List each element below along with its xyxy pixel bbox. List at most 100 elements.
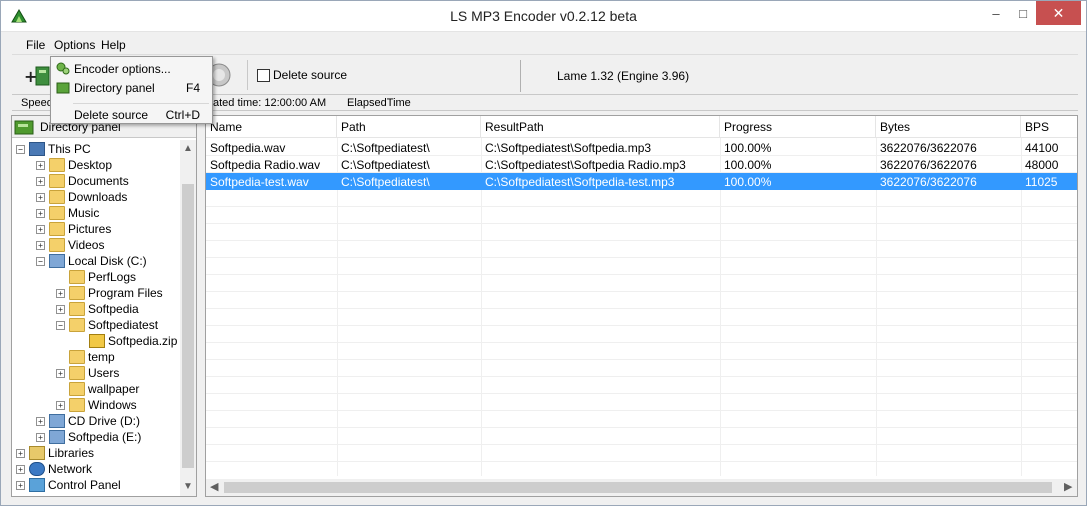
expand-icon[interactable]: +	[16, 464, 25, 474]
expand-icon[interactable]: +	[36, 432, 45, 442]
tree-item[interactable]: − Local Disk (C:)	[36, 253, 147, 269]
add-files-icon[interactable]: +	[24, 64, 52, 88]
title-bar[interactable]: LS MP3 Encoder v0.2.12 beta – □ ✕	[1, 1, 1086, 32]
maximize-button[interactable]: □	[1008, 1, 1038, 25]
zip-folder-icon	[89, 334, 105, 348]
column-header-bytes[interactable]: Bytes	[876, 116, 1021, 138]
table-row[interactable]: Softpedia.wav C:\Softpediatest\ C:\Softped…	[206, 139, 1077, 156]
tree-item[interactable]: wallpaper	[56, 381, 139, 397]
close-button[interactable]: ✕	[1036, 1, 1081, 25]
scroll-right-icon[interactable]: ▶	[1064, 480, 1072, 493]
list-scroll-thumb[interactable]	[224, 482, 1052, 493]
tree-item[interactable]: + Softpedia (E:)	[36, 429, 141, 445]
menu-item-directory-panel[interactable]: Directory panel F4	[51, 78, 212, 98]
menu-file[interactable]: File	[26, 38, 45, 52]
menu-separator	[73, 103, 209, 104]
delete-source-checkbox[interactable]	[257, 68, 270, 82]
tree-item[interactable]: + Control Panel	[16, 477, 121, 493]
pc-icon	[29, 142, 45, 156]
cell-name: Softpedia.wav	[210, 141, 286, 155]
minimize-button[interactable]: –	[981, 1, 1011, 25]
column-header-path[interactable]: Path	[337, 116, 481, 138]
directory-panel-icon	[56, 82, 70, 94]
folder-icon	[69, 398, 85, 412]
delete-source-option[interactable]: Delete source	[257, 68, 347, 82]
expand-icon[interactable]: +	[16, 480, 25, 490]
tree-vertical-scrollbar[interactable]: ▲ ▼	[180, 140, 196, 496]
scroll-left-icon[interactable]: ◀	[210, 480, 218, 493]
menu-item-delete-source[interactable]: Delete source Ctrl+D	[51, 105, 212, 125]
menu-help[interactable]: Help	[101, 38, 126, 52]
table-row[interactable]: Softpedia-test.wav C:\Softpediatest\ C:\So…	[206, 173, 1077, 190]
tree-scroll-thumb[interactable]	[182, 184, 194, 468]
expand-icon[interactable]: +	[36, 160, 45, 170]
tree-item[interactable]: + Pictures	[36, 221, 111, 237]
folder-icon	[69, 302, 85, 316]
expand-icon[interactable]: +	[16, 448, 25, 458]
list-header: Name Path ResultPath Progress Bytes BPS	[206, 116, 1077, 138]
column-header-name[interactable]: Name	[206, 116, 337, 138]
cell-bytes: 3622076/3622076	[880, 141, 977, 155]
expand-icon[interactable]: +	[56, 368, 65, 378]
tree-item[interactable]: temp	[56, 349, 115, 365]
encoding-queue-list[interactable]: Name Path ResultPath Progress Bytes BPS …	[205, 115, 1078, 497]
scroll-down-icon[interactable]: ▼	[183, 481, 193, 492]
column-header-progress[interactable]: Progress	[720, 116, 876, 138]
expand-icon[interactable]: +	[36, 416, 45, 426]
collapse-icon[interactable]: −	[16, 144, 25, 154]
tree-item[interactable]: + Videos	[36, 237, 104, 253]
expand-icon[interactable]: +	[36, 224, 45, 234]
folder-tree[interactable]: − This PC + Desktop + Documents + Downloads + Mus…	[12, 140, 180, 496]
expand-icon[interactable]: +	[36, 176, 45, 186]
expand-icon[interactable]: +	[56, 400, 65, 410]
directory-panel-icon	[14, 120, 34, 135]
expand-icon[interactable]: +	[36, 240, 45, 250]
table-row[interactable]: Softpedia Radio.wav C:\Softpediatest\ C:\S…	[206, 156, 1077, 173]
tree-item[interactable]: + Network	[16, 461, 92, 477]
control-panel-icon	[29, 478, 45, 492]
tree-item[interactable]: + Program Files	[56, 285, 163, 301]
cell-progress: 100.00%	[724, 141, 772, 155]
cd-drive-icon	[49, 414, 65, 428]
cell-name: Softpedia-test.wav	[210, 175, 309, 189]
menu-item-label: Delete source	[74, 108, 149, 122]
cell-bps: 48000	[1025, 158, 1059, 172]
column-header-bps[interactable]: BPS	[1021, 116, 1077, 138]
tree-item[interactable]: + Downloads	[36, 189, 127, 205]
tree-item[interactable]: − This PC	[16, 141, 91, 157]
tree-item[interactable]: + Windows	[56, 397, 137, 413]
tree-item[interactable]: + Documents	[36, 173, 129, 189]
cell-bps: 44100	[1025, 141, 1059, 155]
collapse-icon[interactable]: −	[56, 320, 65, 330]
expand-icon[interactable]: +	[56, 288, 65, 298]
list-horizontal-scrollbar[interactable]: ◀ ▶	[206, 479, 1077, 496]
tree-item-label: Videos	[68, 238, 105, 252]
collapse-icon[interactable]: −	[36, 256, 45, 266]
panel-splitter[interactable]	[197, 115, 205, 497]
tree-item-label: CD Drive (D:)	[68, 414, 140, 428]
tree-item[interactable]: + CD Drive (D:)	[36, 413, 140, 429]
tree-item-label: Control Panel	[48, 478, 121, 492]
grid-line	[206, 257, 1077, 258]
tree-item[interactable]: + Users	[56, 365, 119, 381]
tree-item[interactable]: PerfLogs	[56, 269, 136, 285]
tree-item[interactable]: Softpedia.zip	[76, 333, 177, 349]
scroll-up-icon[interactable]: ▲	[183, 143, 193, 154]
tree-item[interactable]: + Desktop	[36, 157, 112, 173]
tree-item-label: Documents	[68, 174, 129, 188]
tree-item[interactable]: + Libraries	[16, 445, 94, 461]
tree-item[interactable]: + Music	[36, 205, 99, 221]
grid-line	[206, 410, 1077, 411]
tree-item-label: Music	[68, 206, 100, 220]
menu-item-encoder-options[interactable]: Encoder options...	[51, 59, 212, 79]
toolbar-separator	[520, 60, 521, 92]
tree-item[interactable]: − Softpediatest	[56, 317, 158, 333]
tree-item[interactable]: + Softpedia	[56, 301, 139, 317]
menu-options[interactable]: Options	[54, 38, 95, 52]
expand-icon[interactable]: +	[36, 208, 45, 218]
expand-icon[interactable]: +	[56, 304, 65, 314]
tree-item-label: Pictures	[68, 222, 112, 236]
cell-path: C:\Softpediatest\	[341, 141, 430, 155]
expand-icon[interactable]: +	[36, 192, 45, 202]
column-header-resultpath[interactable]: ResultPath	[481, 116, 720, 138]
